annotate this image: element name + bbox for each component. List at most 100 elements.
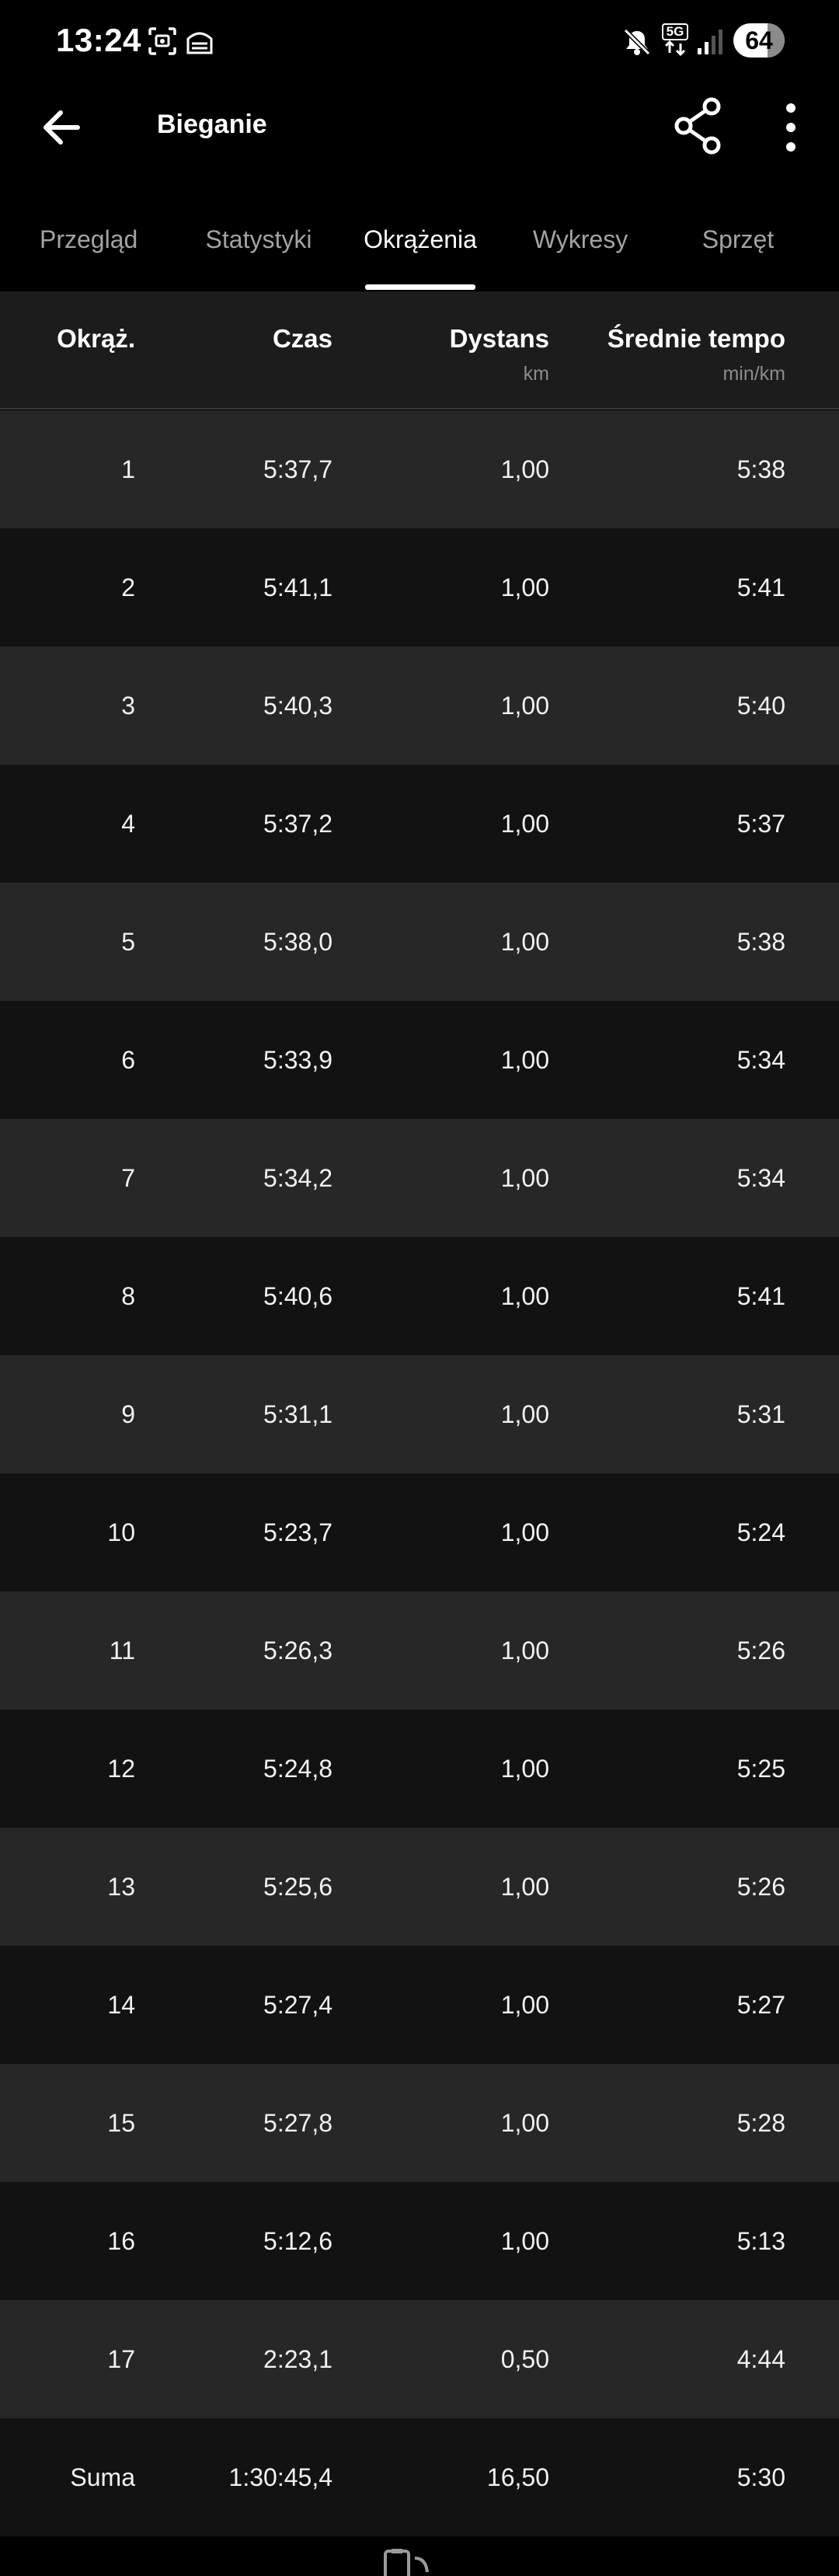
battery-level: 64 [745, 26, 773, 54]
lap-number: 11 [109, 1637, 135, 1664]
network-5g-icon: 5G [662, 23, 693, 58]
more-vertical-icon[interactable] [772, 100, 809, 155]
lap-pace: 5:40 [736, 692, 785, 720]
table-row[interactable]: 12 5:24,8 1,00 5:25 [0, 1710, 839, 1828]
table-row[interactable]: 11 5:26,3 1,00 5:26 [0, 1591, 839, 1710]
lap-distance: 1,00 [500, 1637, 549, 1664]
lap-number: 14 [107, 1991, 135, 2019]
table-row[interactable]: 15 5:27,8 1,00 5:28 [0, 2064, 839, 2182]
lap-pace: 5:34 [736, 1164, 785, 1192]
lap-number: 12 [107, 1755, 135, 1783]
lap-number: 1 [121, 455, 135, 483]
table-row[interactable]: 1 5:37,7 1,00 5:38 [0, 410, 839, 528]
lap-pace: 5:38 [736, 455, 785, 483]
lap-time: 5:31,1 [263, 1400, 332, 1428]
lap-number: 4 [121, 810, 135, 838]
lap-time: 5:12,6 [263, 2227, 332, 2255]
lap-pace: 5:28 [736, 2109, 785, 2137]
table-row[interactable]: 2 5:41,1 1,00 5:41 [0, 528, 839, 647]
tab-statistics[interactable]: Statystyki [175, 175, 343, 291]
lap-distance: 1,00 [500, 1164, 549, 1192]
lap-pace: 4:44 [736, 2345, 785, 2373]
table-row[interactable]: 5 5:38,0 1,00 5:38 [0, 883, 839, 1001]
lap-number: 17 [107, 2345, 135, 2373]
lap-time: 5:40,6 [263, 1282, 332, 1310]
lap-distance: 1,00 [500, 2227, 549, 2255]
mute-icon [623, 28, 651, 56]
lap-number: 8 [121, 1282, 135, 1310]
data-arrows-icon [664, 40, 686, 57]
table-row[interactable]: 9 5:31,1 1,00 5:31 [0, 1355, 839, 1473]
laps-table-header: Okrąż. Czas Dystans km Średnie tempo min… [0, 291, 839, 410]
header-avg-pace: Średnie tempo [607, 324, 785, 353]
table-row[interactable]: 14 5:27,4 1,00 5:27 [0, 1946, 839, 2064]
lap-distance: 1,00 [500, 1046, 549, 1074]
table-row[interactable]: 4 5:37,2 1,00 5:37 [0, 765, 839, 883]
lap-pace: 5:13 [736, 2227, 785, 2255]
lap-time: 5:24,8 [263, 1755, 332, 1783]
lap-distance: 1,00 [500, 810, 549, 838]
lap-time: 5:26,3 [263, 1637, 332, 1664]
table-row[interactable]: 10 5:23,7 1,00 5:24 [0, 1473, 839, 1591]
lap-distance: 1,00 [500, 573, 549, 601]
summary-pace: 5:30 [736, 2463, 785, 2491]
lap-distance: 1,00 [500, 692, 549, 720]
tab-charts[interactable]: Wykresy [496, 175, 664, 291]
header-distance-unit: km [523, 363, 549, 385]
summary-distance: 16,50 [486, 2463, 549, 2491]
share-icon[interactable] [671, 97, 726, 155]
battery-indicator: 64 [733, 23, 785, 58]
header-distance: Dystans [449, 324, 549, 353]
lap-pace: 5:27 [736, 1991, 785, 2019]
lap-number: 7 [121, 1164, 135, 1192]
lap-distance: 1,00 [500, 1755, 549, 1783]
table-row[interactable]: 13 5:25,6 1,00 5:26 [0, 1828, 839, 1946]
lap-pace: 5:34 [736, 1046, 785, 1074]
lap-distance: 1,00 [500, 1991, 549, 2019]
header-time: Czas [272, 324, 332, 353]
lap-distance: 1,00 [500, 455, 549, 483]
lap-distance: 1,00 [500, 2109, 549, 2137]
lap-number: 15 [107, 2109, 135, 2137]
active-tab-indicator [365, 284, 475, 290]
lap-number: 9 [121, 1400, 135, 1428]
summary-row: Suma 1:30:45,4 16,50 5:30 [0, 2418, 839, 2536]
lap-number: 3 [121, 692, 135, 720]
lap-pace: 5:26 [736, 1637, 785, 1664]
lap-time: 5:34,2 [263, 1164, 332, 1192]
lap-time: 5:27,4 [263, 1991, 332, 2019]
status-time: 13:24 [56, 22, 141, 58]
table-row[interactable]: 7 5:34,2 1,00 5:34 [0, 1119, 839, 1237]
signal-icon [698, 30, 722, 54]
header-pace-unit: min/km [722, 363, 785, 385]
header-lap: Okrąż. [57, 324, 135, 353]
app-notification-icon [186, 32, 213, 54]
lap-pace: 5:26 [736, 1873, 785, 1901]
tab-gear[interactable]: Sprzęt [654, 175, 822, 291]
lap-time: 5:25,6 [263, 1873, 332, 1901]
lap-time: 5:40,3 [263, 692, 332, 720]
table-row[interactable]: 3 5:40,3 1,00 5:40 [0, 647, 839, 765]
lap-distance: 1,00 [500, 1400, 549, 1428]
lap-distance: 1,00 [500, 928, 549, 956]
app-bar: Bieganie [0, 82, 839, 175]
lap-number: 6 [121, 1046, 135, 1074]
table-row[interactable]: 16 5:12,6 1,00 5:13 [0, 2182, 839, 2300]
bottom-area [0, 2536, 839, 2576]
tab-laps[interactable]: Okrążenia [336, 175, 504, 291]
lap-number: 13 [107, 1873, 135, 1901]
table-row[interactable]: 17 2:23,1 0,50 4:44 [0, 2300, 839, 2418]
lap-distance: 1,00 [500, 1518, 549, 1546]
lap-pace: 5:38 [736, 928, 785, 956]
lap-number: 16 [107, 2227, 135, 2255]
table-row[interactable]: 8 5:40,6 1,00 5:41 [0, 1237, 839, 1355]
summary-time: 1:30:45,4 [228, 2463, 332, 2491]
arrow-left-icon[interactable] [36, 102, 87, 153]
lap-pace: 5:31 [736, 1400, 785, 1428]
lap-pace: 5:41 [736, 1282, 785, 1310]
device-sync-icon [384, 2549, 429, 2576]
table-row[interactable]: 6 5:33,9 1,00 5:34 [0, 1001, 839, 1119]
lap-pace: 5:24 [736, 1518, 785, 1546]
status-bar: 13:24 5G 64 [0, 0, 839, 82]
lap-time: 5:37,7 [263, 455, 332, 483]
